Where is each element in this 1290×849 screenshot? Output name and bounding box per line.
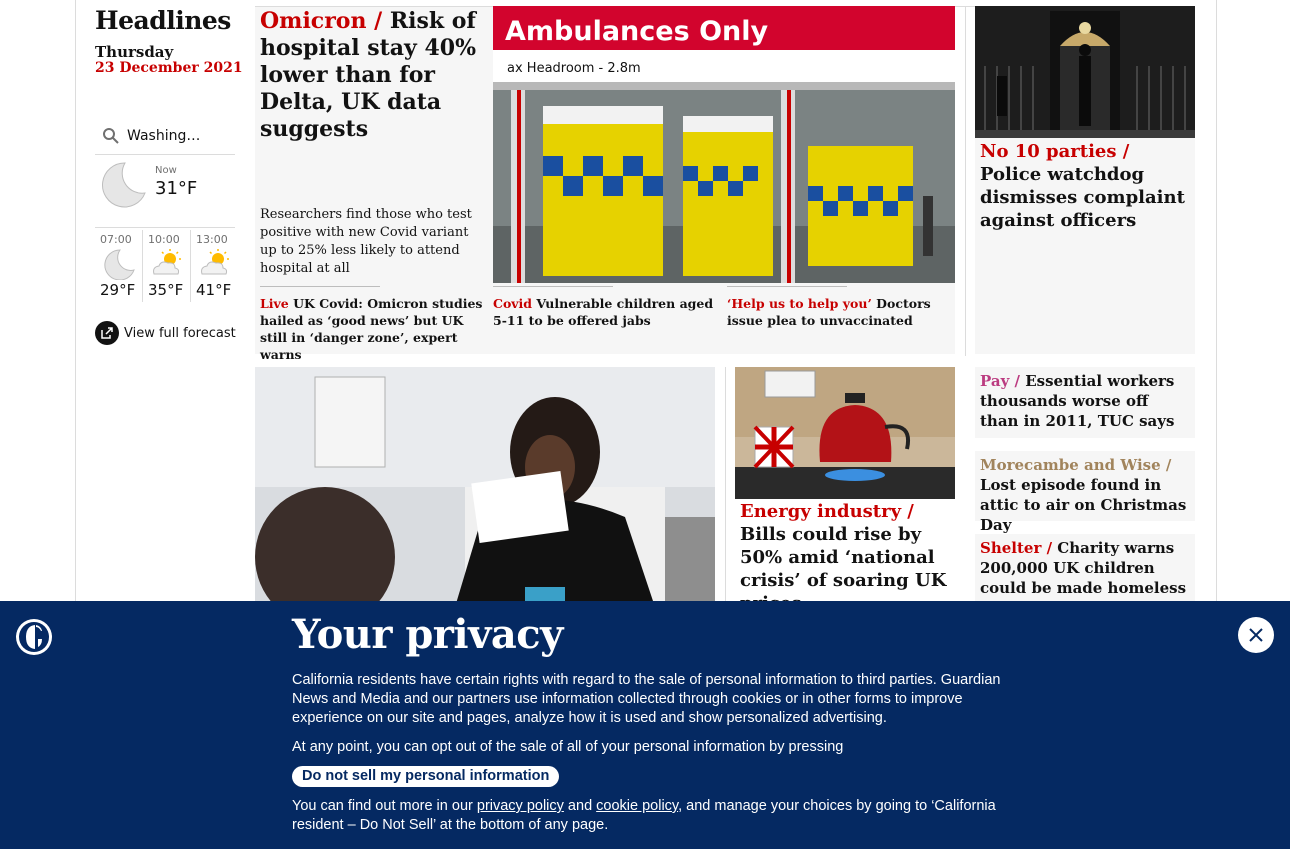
no10-headline-text: Police watchdog dismisses complaint agai… xyxy=(980,164,1185,231)
no10-headline[interactable]: No 10 parties / Police watchdog dismisse… xyxy=(980,140,1190,232)
side-kicker: Morecambe and Wise / xyxy=(980,456,1172,474)
lead-standfirst: Researchers find those who test positive… xyxy=(260,207,472,276)
lead-image[interactable]: Ambulances Only ax Headroom - 2.8m xyxy=(493,6,955,283)
guardian-logo-icon xyxy=(16,619,52,655)
privacy-text: and xyxy=(563,798,597,814)
side-story-shelter[interactable]: Shelter / Charity warns 200,000 UK child… xyxy=(975,534,1195,604)
side-story-pay[interactable]: Pay / Essential workers thousands worse … xyxy=(975,367,1195,438)
full-forecast-link[interactable]: View full forecast xyxy=(95,321,236,345)
forecast-time: 13:00 xyxy=(196,233,228,246)
location-name: Washing… xyxy=(127,128,201,144)
side-kicker: Pay / xyxy=(980,372,1021,390)
column-divider xyxy=(965,6,966,356)
forecast-slot: 07:00 29°F xyxy=(95,230,143,302)
side-kicker: Shelter / xyxy=(980,539,1053,557)
close-button[interactable] xyxy=(1238,617,1274,653)
privacy-policy-link[interactable]: privacy policy xyxy=(477,798,564,814)
forecast-slot: 13:00 41°F xyxy=(191,230,239,302)
forecast-temp: 41°F xyxy=(196,281,232,299)
day-label: Thursday xyxy=(95,43,174,61)
forecast-time: 10:00 xyxy=(148,233,180,246)
current-weather: Now 31°F xyxy=(95,157,235,228)
energy-image[interactable] xyxy=(735,367,955,499)
side-story-morecambe[interactable]: Morecambe and Wise / Lost episode found … xyxy=(975,451,1195,534)
privacy-text: You can find out more in our xyxy=(292,798,477,814)
partly-sunny-icon xyxy=(153,249,181,275)
video-image[interactable] xyxy=(255,367,715,607)
sublink-text: UK Covid: Omicron studies hailed as ‘goo… xyxy=(260,296,483,362)
energy-kicker: Energy industry / xyxy=(740,501,914,522)
column-divider xyxy=(725,367,726,607)
privacy-title: Your privacy xyxy=(292,611,563,658)
partly-sunny-icon xyxy=(201,249,229,275)
sublink-live[interactable]: Live UK Covid: Omicron studies hailed as… xyxy=(260,286,485,363)
now-temp: 31°F xyxy=(155,178,198,199)
sublink-rule xyxy=(260,286,380,287)
sublink-kicker: Covid xyxy=(493,296,533,311)
external-link-icon xyxy=(95,321,119,345)
lead-image-sign: Ambulances Only xyxy=(505,16,768,47)
do-not-sell-button[interactable]: Do not sell my personal information xyxy=(292,766,560,787)
hourly-forecast: 07:00 29°F 10:00 35°F 13:00 41°F xyxy=(95,230,240,302)
section-title: Headlines xyxy=(95,6,231,35)
cookie-policy-link[interactable]: cookie policy xyxy=(596,798,678,814)
sublink-covid[interactable]: Covid Vulnerable children aged 5-11 to b… xyxy=(493,286,715,329)
date-label: 23 December 2021 xyxy=(95,60,243,76)
energy-headline[interactable]: Energy industry / Bills could rise by 50… xyxy=(740,500,952,615)
forecast-temp: 35°F xyxy=(148,281,184,299)
full-forecast-label: View full forecast xyxy=(124,325,236,341)
sublink-rule xyxy=(727,286,847,287)
forecast-temp: 29°F xyxy=(100,281,136,299)
sublink-kicker: Live xyxy=(260,296,289,311)
no10-image[interactable] xyxy=(975,6,1195,138)
search-icon xyxy=(103,128,119,144)
forecast-slot: 10:00 35°F xyxy=(143,230,191,302)
now-label: Now xyxy=(155,165,177,176)
privacy-body: California residents have certain rights… xyxy=(292,671,1002,845)
moon-icon xyxy=(104,249,135,280)
privacy-banner: Your privacy California residents have c… xyxy=(0,601,1290,849)
privacy-paragraph: California residents have certain rights… xyxy=(292,672,1001,726)
lead-kicker: Omicron / xyxy=(260,8,383,34)
sublink-help[interactable]: ‘Help us to help you’ Doctors issue plea… xyxy=(727,286,952,329)
forecast-time: 07:00 xyxy=(100,233,132,246)
lead-headline[interactable]: Omicron / Risk of hospital stay 40% lowe… xyxy=(260,8,488,143)
close-icon xyxy=(1249,628,1263,642)
privacy-paragraph: At any point, you can opt out of the sal… xyxy=(292,739,844,755)
no10-kicker: No 10 parties / xyxy=(980,141,1130,162)
weather-location[interactable]: Washing… xyxy=(95,118,235,155)
sublink-rule xyxy=(493,286,613,287)
moon-icon xyxy=(102,162,146,208)
sublink-kicker: ‘Help us to help you’ xyxy=(727,296,872,311)
lead-image-subsign: ax Headroom - 2.8m xyxy=(507,61,641,76)
